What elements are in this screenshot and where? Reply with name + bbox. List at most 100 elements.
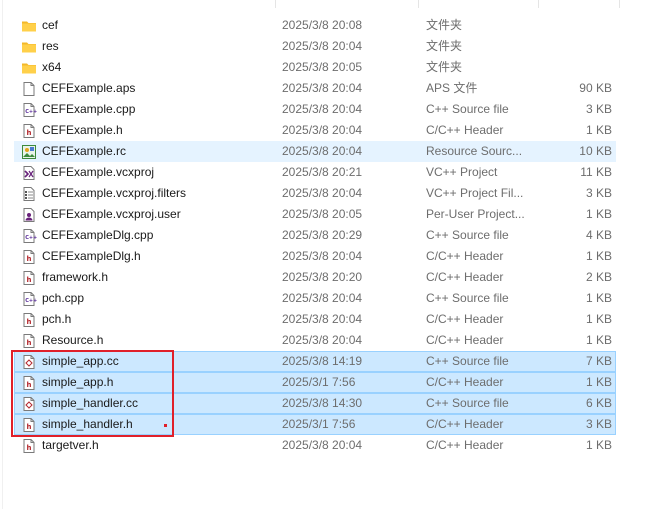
header-file-icon: h — [21, 249, 37, 265]
file-name: simple_handler.cc — [42, 396, 139, 410]
file-name: simple_app.h — [42, 375, 114, 389]
file-size: 1 KB — [585, 375, 612, 389]
file-type: VC++ Project — [426, 165, 498, 179]
file-size: 1 KB — [585, 123, 612, 137]
file-size: 3 KB — [585, 417, 612, 431]
file-name: cef — [42, 18, 59, 32]
file-row[interactable]: C++ CEFExample.cpp 2025/3/8 20:04 C++ So… — [0, 99, 649, 120]
svg-text:C++: C++ — [25, 109, 37, 115]
file-size — [540, 15, 612, 36]
file-name: pch.cpp — [42, 291, 85, 305]
file-size: 6 KB — [585, 396, 612, 410]
svg-text:h: h — [27, 381, 32, 389]
header-file-icon: h — [21, 312, 37, 328]
file-row[interactable]: h targetver.h 2025/3/8 20:04 C/C++ Heade… — [0, 435, 649, 456]
file-modified-date: 2025/3/8 20:05 — [282, 60, 363, 74]
file-modified-date: 2025/3/8 20:21 — [282, 165, 363, 179]
file-size — [540, 57, 612, 78]
file-type: VC++ Project Fil... — [426, 186, 524, 200]
file-row[interactable]: C++ CEFExampleDlg.cpp 2025/3/8 20:29 C++… — [0, 225, 649, 246]
file-type: Per-User Project... — [426, 207, 525, 221]
file-name: CEFExampleDlg.cpp — [42, 228, 154, 242]
header-file-icon: h — [21, 270, 37, 286]
column-separator-name[interactable] — [275, 0, 276, 8]
file-modified-date: 2025/3/8 14:30 — [282, 396, 363, 410]
file-type: C++ Source file — [426, 228, 509, 242]
svg-text:h: h — [27, 318, 32, 326]
file-row[interactable]: x64 2025/3/8 20:05 文件夹 — [0, 57, 649, 78]
file-row[interactable]: h simple_handler.h 2025/3/1 7:56 C/C++ H… — [0, 414, 649, 435]
cc-file-icon — [21, 354, 37, 370]
file-modified-date: 2025/3/8 20:05 — [282, 207, 363, 221]
file-row[interactable]: simple_handler.cc 2025/3/8 14:30 C++ Sou… — [0, 393, 649, 414]
file-size: 11 KB — [580, 165, 612, 179]
file-size: 1 KB — [585, 249, 612, 263]
file-name: pch.h — [42, 312, 72, 326]
file-row[interactable]: CEFExample.rc 2025/3/8 20:04 Resource So… — [0, 141, 649, 162]
header-file-icon: h — [21, 123, 37, 139]
file-size: 7 KB — [585, 354, 612, 368]
file-row[interactable]: CEFExample.aps 2025/3/8 20:04 APS 文件 90 … — [0, 78, 649, 99]
file-name: CEFExample.h — [42, 123, 123, 137]
file-size: 3 KB — [585, 102, 612, 116]
file-list: cef 2025/3/8 20:08 文件夹 res 2025/3/8 20:0… — [0, 15, 649, 456]
file-row[interactable]: h Resource.h 2025/3/8 20:04 C/C++ Header… — [0, 330, 649, 351]
svg-text:h: h — [27, 444, 32, 452]
header-file-icon: h — [21, 375, 37, 391]
filters-file-icon — [21, 186, 37, 202]
file-size: 3 KB — [585, 186, 612, 200]
file-size: 10 KB — [579, 144, 612, 158]
file-row[interactable]: h CEFExampleDlg.h 2025/3/8 20:04 C/C++ H… — [0, 246, 649, 267]
file-modified-date: 2025/3/8 20:04 — [282, 144, 363, 158]
file-modified-date: 2025/3/8 20:04 — [282, 81, 363, 95]
file-size: 90 KB — [579, 81, 612, 95]
cpp-file-icon: C++ — [21, 291, 37, 307]
vcxproj-file-icon — [21, 165, 37, 181]
file-row[interactable]: h pch.h 2025/3/8 20:04 C/C++ Header 1 KB — [0, 309, 649, 330]
file-size: 2 KB — [585, 270, 612, 284]
file-row[interactable]: CEFExample.vcxproj 2025/3/8 20:21 VC++ P… — [0, 162, 649, 183]
file-name: framework.h — [42, 270, 109, 284]
file-modified-date: 2025/3/8 20:08 — [282, 18, 363, 32]
file-row[interactable]: h framework.h 2025/3/8 20:20 C/C++ Heade… — [0, 267, 649, 288]
svg-text:h: h — [27, 255, 32, 263]
column-separator-date[interactable] — [418, 0, 419, 8]
file-row[interactable]: cef 2025/3/8 20:08 文件夹 — [0, 15, 649, 36]
svg-text:C++: C++ — [25, 235, 37, 241]
header-file-icon: h — [21, 333, 37, 349]
file-name: res — [42, 39, 59, 53]
file-type: C/C++ Header — [426, 333, 504, 347]
file-type: Resource Sourc... — [426, 144, 523, 158]
file-size: 1 KB — [585, 291, 612, 305]
file-type: C++ Source file — [426, 291, 509, 305]
header-file-icon: h — [21, 438, 37, 454]
file-row[interactable]: res 2025/3/8 20:04 文件夹 — [0, 36, 649, 57]
header-file-icon: h — [21, 417, 37, 433]
file-name: CEFExample.vcxproj — [42, 165, 155, 179]
file-type: C++ Source file — [426, 102, 509, 116]
column-separator-type[interactable] — [538, 0, 539, 8]
folder-icon — [21, 39, 37, 55]
file-name: x64 — [42, 60, 62, 74]
file-modified-date: 2025/3/8 20:20 — [282, 270, 363, 284]
svg-text:h: h — [27, 423, 32, 431]
file-row[interactable]: simple_app.cc 2025/3/8 14:19 C++ Source … — [0, 351, 649, 372]
file-name: CEFExample.vcxproj.filters — [42, 186, 187, 200]
file-name: simple_handler.h — [42, 417, 133, 431]
file-row[interactable]: h simple_app.h 2025/3/1 7:56 C/C++ Heade… — [0, 372, 649, 393]
file-type: 文件夹 — [426, 39, 463, 53]
file-row[interactable]: C++ pch.cpp 2025/3/8 20:04 C++ Source fi… — [0, 288, 649, 309]
file-row[interactable]: CEFExample.vcxproj.filters 2025/3/8 20:0… — [0, 183, 649, 204]
folder-icon — [21, 60, 37, 76]
file-modified-date: 2025/3/8 20:04 — [282, 39, 363, 53]
file-modified-date: 2025/3/8 20:04 — [282, 333, 363, 347]
file-row[interactable]: h CEFExample.h 2025/3/8 20:04 C/C++ Head… — [0, 120, 649, 141]
file-name: CEFExample.aps — [42, 81, 136, 95]
file-modified-date: 2025/3/8 20:04 — [282, 291, 363, 305]
file-type: C/C++ Header — [426, 270, 504, 284]
file-name: CEFExample.rc — [42, 144, 127, 158]
column-separator-size[interactable] — [619, 0, 620, 8]
file-row[interactable]: CEFExample.vcxproj.user 2025/3/8 20:05 P… — [0, 204, 649, 225]
cpp-file-icon: C++ — [21, 228, 37, 244]
file-type: 文件夹 — [426, 18, 463, 32]
